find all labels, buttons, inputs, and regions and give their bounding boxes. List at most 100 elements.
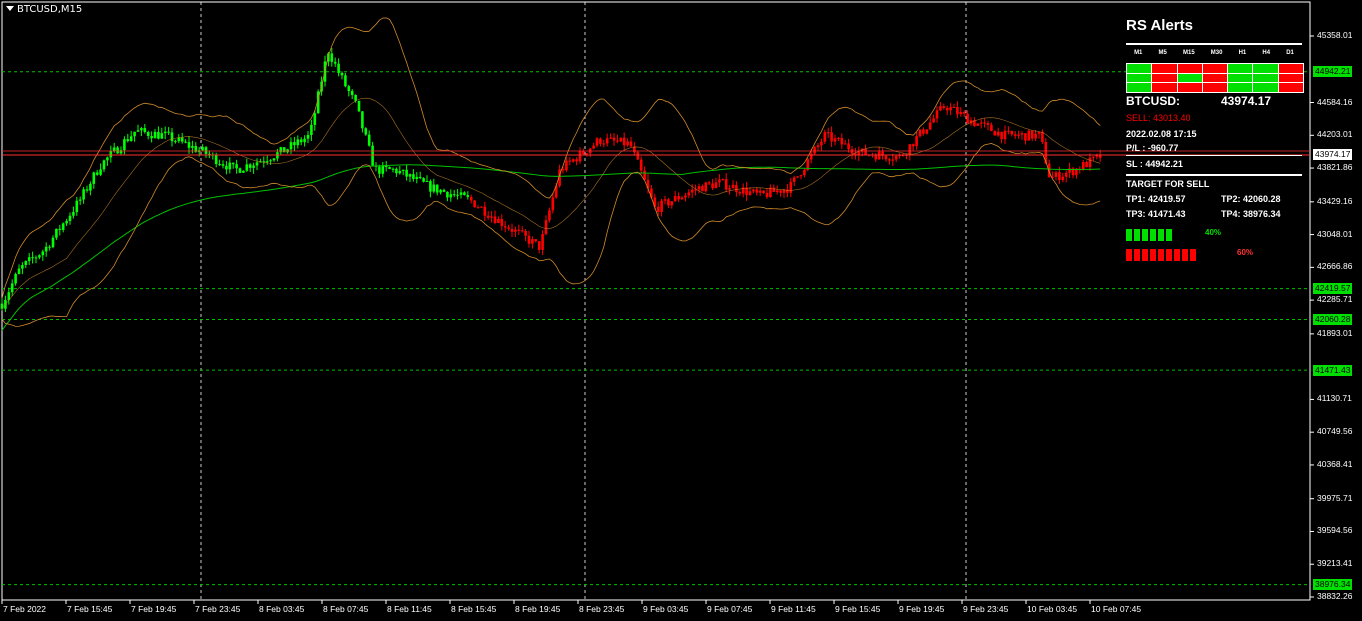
signal-cell-buy [1228,64,1253,73]
candle-body [983,122,986,124]
candle-body [1034,133,1037,139]
candle-body [962,112,966,114]
candle-body [99,169,102,175]
candle-body [959,112,963,115]
candle-body [449,194,453,198]
signal-cell-sell [1152,73,1177,83]
strength-bar-segment [1150,229,1156,241]
candle-body [531,239,534,244]
bollinger-lower-band [1,143,1101,327]
candle-body [990,124,993,132]
candle-body [527,235,531,244]
candle-body [735,184,738,193]
price-axis-label: 38832.26 [1317,591,1353,601]
candle-body [888,159,891,161]
candle-body [456,194,459,196]
candle-body [1000,131,1003,140]
candle-body [789,181,793,193]
signal-cell-sell [1177,83,1202,92]
time-axis-label: 7 Feb 23:45 [195,604,241,614]
candle-body [816,145,820,148]
candle-body [1003,130,1007,140]
candle-body [150,136,153,139]
bollinger-middle-band [1,97,1101,309]
candle-body [891,159,895,161]
candle-body [102,160,106,170]
tp3-text: TP3: 41471.43 [1126,209,1186,219]
candle-body [911,144,915,147]
strength-bar-segment [1182,249,1188,261]
price-axis-label: 39213.41 [1317,558,1353,569]
time-axis-label: 7 Feb 19:45 [131,604,177,614]
candle-body [163,131,167,134]
time-axis-label: 8 Feb 23:45 [579,604,625,614]
candle-body [412,174,415,179]
time-axis-label: 8 Feb 19:45 [515,604,561,614]
candle-body [660,200,663,213]
candle-body [72,212,75,216]
candle-body [993,131,997,136]
candle-body [395,168,398,174]
signal-cell-sell [1177,64,1202,73]
candle-body [1081,162,1085,171]
candle-body [908,144,912,155]
candle-body [813,147,816,154]
candle-body [367,134,371,146]
signal-cell-sell [1278,83,1303,92]
price-tag: 44942.21 [1313,66,1353,78]
candle-body [976,123,980,126]
candle-body [894,156,898,160]
candle-body [180,137,184,142]
candle-body [289,142,293,150]
candle-body [68,215,72,222]
candle-body [442,189,446,192]
price-tag: 38976.34 [1313,579,1353,591]
candle-body [452,194,456,196]
candle-body [1027,130,1031,141]
timeframe-label-m1: M1 [1134,50,1143,56]
strength-bar-segment [1166,229,1172,241]
candle-body [1007,130,1010,132]
candle-body [27,257,31,262]
sell-entry-text: SELL: 43013.40 [1126,113,1191,123]
candle-body [537,241,541,250]
candle-body [231,162,235,165]
candle-body [833,138,837,142]
price-axis-label: 45358.01 [1317,30,1353,40]
price-tag: 42060.28 [1313,313,1353,325]
timeframe-label-m30: M30 [1210,50,1223,56]
candle-body [670,201,674,206]
candle-body [636,152,640,160]
candle-body [650,188,653,198]
candle-body [167,131,170,133]
time-axis-label: 9 Feb 15:45 [835,604,881,614]
candle-body [1041,131,1044,143]
candle-body [792,177,796,182]
candle-body [75,200,79,213]
candle-body [568,160,572,162]
signal-cell-buy [1127,73,1152,83]
candle-body [34,257,38,259]
candle-body [680,197,684,200]
strength-bar-segment [1174,249,1180,261]
signal-cell-buy [1177,73,1202,83]
candle-body [758,190,762,193]
candle-body [551,197,555,211]
candle-body [534,239,538,242]
signal-cell-buy [1253,64,1278,73]
candle-body [463,192,466,196]
candle-body [357,100,361,112]
candle-body [667,199,670,206]
candle-body [446,191,449,198]
candle-body [153,131,157,139]
candle-body [282,147,286,153]
candle-body [602,143,606,145]
price-axis-label: 41130.71 [1317,393,1352,404]
strength-bar-segment [1150,249,1156,261]
candle-body [235,164,238,169]
sell-strength-percent: 60% [1237,248,1254,257]
candle-body [303,138,306,143]
candle-body [415,176,419,179]
price-axis-label: 43429.16 [1317,195,1353,206]
symbol-menu-icon[interactable] [6,6,14,11]
